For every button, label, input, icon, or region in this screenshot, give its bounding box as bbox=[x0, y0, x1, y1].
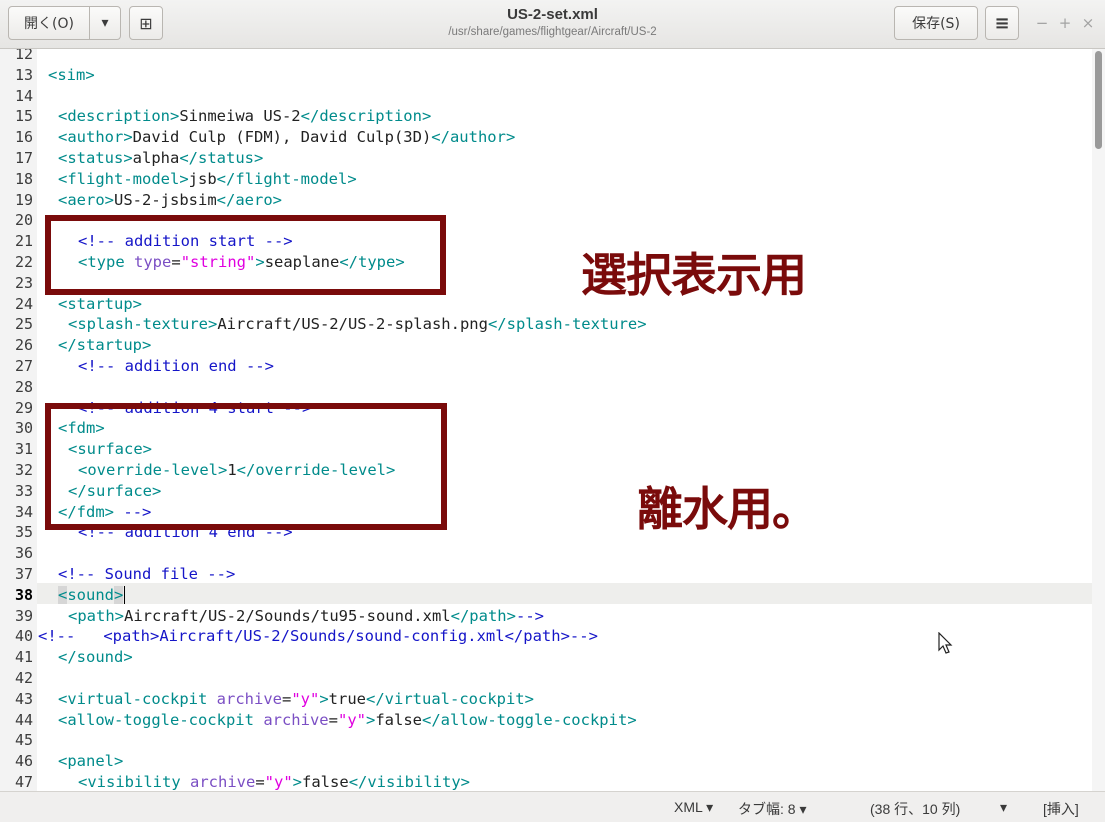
line-number: 30 bbox=[14, 419, 33, 438]
code-line[interactable]: <!-- addition end --> bbox=[78, 356, 274, 377]
line-number: 42 bbox=[14, 669, 33, 687]
tab-width-selector[interactable]: タブ幅: 8 ▾ bbox=[738, 799, 806, 819]
line-number: 21 bbox=[14, 232, 33, 251]
annotation-label-selection: 選択表示用 bbox=[581, 248, 807, 302]
line-number: 18 bbox=[14, 169, 33, 188]
line-number: 46 bbox=[14, 752, 33, 771]
code-line[interactable]: <!-- Sound file --> bbox=[58, 564, 235, 585]
line-number: 27 bbox=[14, 357, 33, 375]
code-line[interactable]: <author>David Culp (FDM), David Culp(3D)… bbox=[58, 127, 515, 148]
line-number: 24 bbox=[14, 294, 33, 313]
title-area: US-2-set.xml /usr/share/games/flightgear… bbox=[300, 6, 805, 38]
line-number: 40 bbox=[14, 627, 33, 646]
cursor-position: (38 行、10 列) bbox=[870, 801, 961, 817]
code-line[interactable]: <panel> bbox=[58, 751, 123, 772]
line-number: 31 bbox=[14, 440, 33, 459]
code-line[interactable]: <sim> bbox=[48, 65, 95, 86]
line-number: 37 bbox=[14, 565, 33, 583]
code-line[interactable]: </startup> bbox=[58, 335, 151, 356]
line-number: 47 bbox=[14, 773, 33, 791]
language-selector[interactable]: XML ▾ bbox=[674, 799, 713, 816]
maximize-icon[interactable]: + bbox=[1057, 14, 1073, 32]
minimize-icon[interactable]: − bbox=[1034, 14, 1050, 32]
annotation-box-1 bbox=[45, 215, 446, 295]
code-line[interactable]: <virtual-cockpit archive="y">true</virtu… bbox=[58, 689, 534, 710]
open-button-label: 開く(O) bbox=[24, 16, 74, 32]
status-bar: XML ▾ タブ幅: 8 ▾ (38 行、10 列) ▾ [挿入] bbox=[0, 791, 1105, 822]
vertical-scrollbar[interactable] bbox=[1092, 49, 1105, 791]
line-number: 45 bbox=[14, 731, 33, 750]
line-number: 22 bbox=[14, 253, 33, 271]
line-number: 44 bbox=[14, 710, 33, 729]
code-line[interactable]: <status>alpha</status> bbox=[58, 148, 263, 169]
line-number: 20 bbox=[14, 211, 33, 230]
line-number: 23 bbox=[14, 273, 33, 292]
encoding-dropdown-icon[interactable]: ▾ bbox=[1000, 799, 1007, 816]
annotation-label-takeoff: 離水用。 bbox=[637, 482, 818, 536]
new-document-button[interactable]: ⊞ bbox=[129, 6, 163, 40]
line-number: 29 bbox=[14, 398, 33, 417]
code-line[interactable]: <startup> bbox=[58, 294, 142, 315]
line-number: 14 bbox=[14, 86, 33, 105]
line-number: 16 bbox=[14, 128, 33, 147]
code-line[interactable]: <aero>US-2-jsbsim</aero> bbox=[58, 190, 282, 211]
line-number: 39 bbox=[14, 606, 33, 625]
line-number-gutter: 12 13 14 15 16 17 18 19 20 21 22 23 24 25 26 27 28 29 30 31… bbox=[0, 49, 37, 791]
chevron-down-icon: ▾ bbox=[101, 15, 109, 31]
code-line[interactable]: <flight-model>jsb</flight-model> bbox=[58, 169, 357, 190]
mouse-pointer-icon bbox=[938, 632, 953, 654]
code-line[interactable]: <sound> bbox=[58, 585, 126, 606]
code-line[interactable]: <splash-texture>Aircraft/US-2/US-2-splas… bbox=[68, 314, 647, 335]
text-editor[interactable]: 12 13 14 15 16 17 18 19 20 21 22 23 24 25 26 27 28 29 30 31… bbox=[0, 49, 1105, 791]
line-number: 19 bbox=[14, 190, 33, 209]
line-number: 43 bbox=[14, 689, 33, 708]
code-line[interactable]: <path>Aircraft/US-2/Sounds/tu95-sound.xm… bbox=[68, 606, 544, 627]
save-button[interactable]: 保存(S) bbox=[894, 6, 978, 40]
scrollbar-thumb[interactable] bbox=[1095, 51, 1102, 149]
insert-mode-indicator: [挿入] bbox=[1043, 801, 1079, 817]
line-number: 15 bbox=[14, 107, 33, 126]
hamburger-icon: ≡ bbox=[994, 12, 1010, 34]
code-line[interactable]: <allow-toggle-cockpit archive="y">false<… bbox=[58, 710, 637, 731]
close-icon[interactable]: × bbox=[1080, 14, 1096, 32]
file-path: /usr/share/games/flightgear/Aircraft/US-… bbox=[448, 26, 657, 38]
window-title: US-2-set.xml bbox=[507, 6, 598, 23]
open-recent-dropdown-button[interactable]: ▾ bbox=[89, 6, 121, 40]
line-number: 33 bbox=[14, 481, 33, 500]
code-line[interactable]: <visibility archive="y">false</visibilit… bbox=[78, 772, 470, 791]
line-number: 12 bbox=[14, 49, 33, 63]
header-bar: 開く(O) ▾ ⊞ US-2-set.xml /usr/share/games/… bbox=[0, 0, 1105, 49]
line-number: 25 bbox=[14, 315, 33, 334]
new-tab-icon: ⊞ bbox=[139, 13, 153, 33]
line-number: 32 bbox=[14, 461, 33, 479]
save-button-label: 保存(S) bbox=[912, 16, 960, 32]
code-line[interactable]: <!-- <path>Aircraft/US-2/Sounds/sound-co… bbox=[38, 626, 598, 647]
line-number: 36 bbox=[14, 544, 33, 563]
line-number: 41 bbox=[14, 648, 33, 667]
line-number: 38 bbox=[14, 585, 33, 604]
code-line[interactable]: </sound> bbox=[58, 647, 133, 668]
hamburger-menu-button[interactable]: ≡ bbox=[985, 6, 1019, 40]
code-line[interactable]: <description>Sinmeiwa US-2</description> bbox=[58, 106, 431, 127]
line-number: 35 bbox=[14, 523, 33, 542]
line-number: 26 bbox=[14, 336, 33, 355]
annotation-box-2 bbox=[45, 403, 447, 530]
current-line-highlight bbox=[37, 583, 1092, 604]
line-number: 34 bbox=[14, 502, 33, 521]
line-number: 17 bbox=[14, 149, 33, 167]
line-number: 28 bbox=[14, 377, 33, 396]
open-button[interactable]: 開く(O) bbox=[8, 6, 90, 40]
line-number: 13 bbox=[14, 65, 33, 84]
